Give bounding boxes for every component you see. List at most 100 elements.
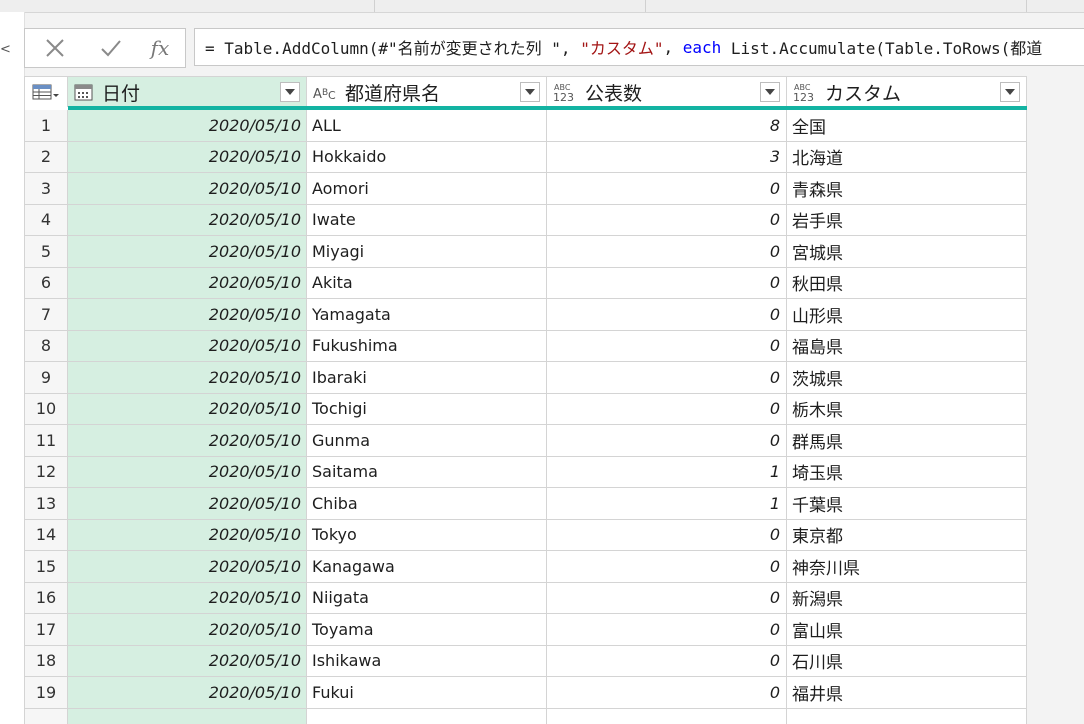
cell-custom[interactable]: 東京都 [787,519,1027,551]
row-number[interactable]: 14 [25,519,68,551]
table-row[interactable]: 12 2020/05/10 Saitama 1 埼玉県 [25,456,1027,488]
cell-date[interactable]: 2020/05/10 [68,519,307,551]
cell-prefecture[interactable]: Miyagi [307,236,547,268]
row-number[interactable]: 1 [25,110,68,142]
cell-custom[interactable]: 茨城県 [787,362,1027,394]
cell-custom[interactable]: 栃木県 [787,393,1027,425]
any-type-icon[interactable]: ABC 123 [793,82,817,102]
row-number[interactable]: 9 [25,362,68,394]
expand-caret-icon[interactable]: < [0,42,11,57]
row-number[interactable]: 5 [25,236,68,268]
row-number[interactable]: 17 [25,614,68,646]
table-row[interactable]: 2 2020/05/10 Hokkaido 3 北海道 [25,141,1027,173]
table-row[interactable]: 4 2020/05/10 Iwate 0 岩手県 [25,204,1027,236]
cell-count[interactable]: 0 [547,677,787,709]
row-number[interactable]: 18 [25,645,68,677]
formula-input[interactable]: = Table.AddColumn(#"名前が変更された列 ", "カスタム",… [194,28,1084,66]
chevron-down-icon[interactable] [520,82,540,102]
cell-date[interactable]: 2020/05/10 [68,299,307,331]
cell-count[interactable]: 1 [547,456,787,488]
fx-icon[interactable]: fx [143,29,177,67]
cell-date[interactable]: 2020/05/10 [68,488,307,520]
table-row[interactable]: 10 2020/05/10 Tochigi 0 栃木県 [25,393,1027,425]
cell-count[interactable]: 0 [547,173,787,205]
cell-prefecture[interactable]: Chiba [307,488,547,520]
queries-pane-collapsed[interactable]: < [0,12,25,724]
row-number[interactable]: 15 [25,551,68,583]
cell-date[interactable]: 2020/05/10 [68,551,307,583]
cell-prefecture[interactable]: ALL [307,110,547,142]
cell-prefecture[interactable]: Fukui [307,677,547,709]
cell-prefecture[interactable]: Ishikawa [307,645,547,677]
cell-custom[interactable]: 福島県 [787,330,1027,362]
cell-count[interactable]: 0 [547,645,787,677]
date-type-icon[interactable] [74,83,94,101]
cell-count[interactable]: 0 [547,425,787,457]
cell-custom[interactable]: 神奈川県 [787,551,1027,583]
cell-custom[interactable]: 群馬県 [787,425,1027,457]
column-header-prefecture[interactable]: A B C 都道府県名 [307,77,547,107]
cell-prefecture[interactable]: Aomori [307,173,547,205]
cell-date[interactable]: 2020/05/10 [68,236,307,268]
cell-count[interactable]: 0 [547,393,787,425]
cell-date[interactable]: 2020/05/10 [68,393,307,425]
cell-count[interactable]: 0 [547,299,787,331]
cell-custom[interactable]: 福井県 [787,677,1027,709]
cell-date[interactable] [68,708,307,724]
cell-custom[interactable]: 石川県 [787,645,1027,677]
cell-date[interactable]: 2020/05/10 [68,582,307,614]
cell-count[interactable]: 0 [547,551,787,583]
row-number[interactable]: 19 [25,677,68,709]
cell-prefecture[interactable]: Yamagata [307,299,547,331]
cell-count[interactable]: 3 [547,141,787,173]
cell-custom[interactable]: 富山県 [787,614,1027,646]
row-number[interactable]: 10 [25,393,68,425]
cell-count[interactable]: 0 [547,267,787,299]
cell-date[interactable]: 2020/05/10 [68,110,307,142]
table-row[interactable]: 8 2020/05/10 Fukushima 0 福島県 [25,330,1027,362]
chevron-down-icon[interactable] [760,82,780,102]
row-number[interactable]: 2 [25,141,68,173]
row-number[interactable] [25,708,68,724]
row-number[interactable]: 8 [25,330,68,362]
cell-date[interactable]: 2020/05/10 [68,614,307,646]
row-number[interactable]: 12 [25,456,68,488]
cell-prefecture[interactable]: Kanagawa [307,551,547,583]
cell-prefecture[interactable]: Hokkaido [307,141,547,173]
cell-date[interactable]: 2020/05/10 [68,330,307,362]
close-icon[interactable] [39,29,71,67]
table-row[interactable]: 13 2020/05/10 Chiba 1 千葉県 [25,488,1027,520]
cell-date[interactable]: 2020/05/10 [68,677,307,709]
row-number[interactable]: 6 [25,267,68,299]
cell-count[interactable]: 8 [547,110,787,142]
cell-date[interactable]: 2020/05/10 [68,141,307,173]
cell-custom[interactable]: 岩手県 [787,204,1027,236]
cell-date[interactable]: 2020/05/10 [68,173,307,205]
cell-prefecture[interactable]: Fukushima [307,330,547,362]
table-row[interactable]: 7 2020/05/10 Yamagata 0 山形県 [25,299,1027,331]
chevron-down-icon[interactable] [1000,82,1020,102]
row-number[interactable]: 7 [25,299,68,331]
cell-prefecture[interactable]: Iwate [307,204,547,236]
table-row[interactable]: 16 2020/05/10 Niigata 0 新潟県 [25,582,1027,614]
cell-custom[interactable]: 山形県 [787,299,1027,331]
table-row[interactable]: 19 2020/05/10 Fukui 0 福井県 [25,677,1027,709]
text-type-icon[interactable]: A B C [313,84,337,100]
table-row[interactable]: 5 2020/05/10 Miyagi 0 宮城県 [25,236,1027,268]
table-row[interactable]: 17 2020/05/10 Toyama 0 富山県 [25,614,1027,646]
cell-count[interactable]: 0 [547,330,787,362]
column-header-custom[interactable]: ABC 123 カスタム [787,77,1027,107]
row-number[interactable]: 4 [25,204,68,236]
column-header-count[interactable]: ABC 123 公表数 [547,77,787,107]
row-number[interactable]: 16 [25,582,68,614]
cell-date[interactable]: 2020/05/10 [68,267,307,299]
cell-prefecture[interactable]: Saitama [307,456,547,488]
table-row[interactable]: 11 2020/05/10 Gunma 0 群馬県 [25,425,1027,457]
cell-date[interactable]: 2020/05/10 [68,204,307,236]
cell-prefecture[interactable]: Akita [307,267,547,299]
cell-custom[interactable] [787,708,1027,724]
table-row[interactable]: 9 2020/05/10 Ibaraki 0 茨城県 [25,362,1027,394]
cell-date[interactable]: 2020/05/10 [68,456,307,488]
cell-custom[interactable]: 青森県 [787,173,1027,205]
cell-custom[interactable]: 埼玉県 [787,456,1027,488]
